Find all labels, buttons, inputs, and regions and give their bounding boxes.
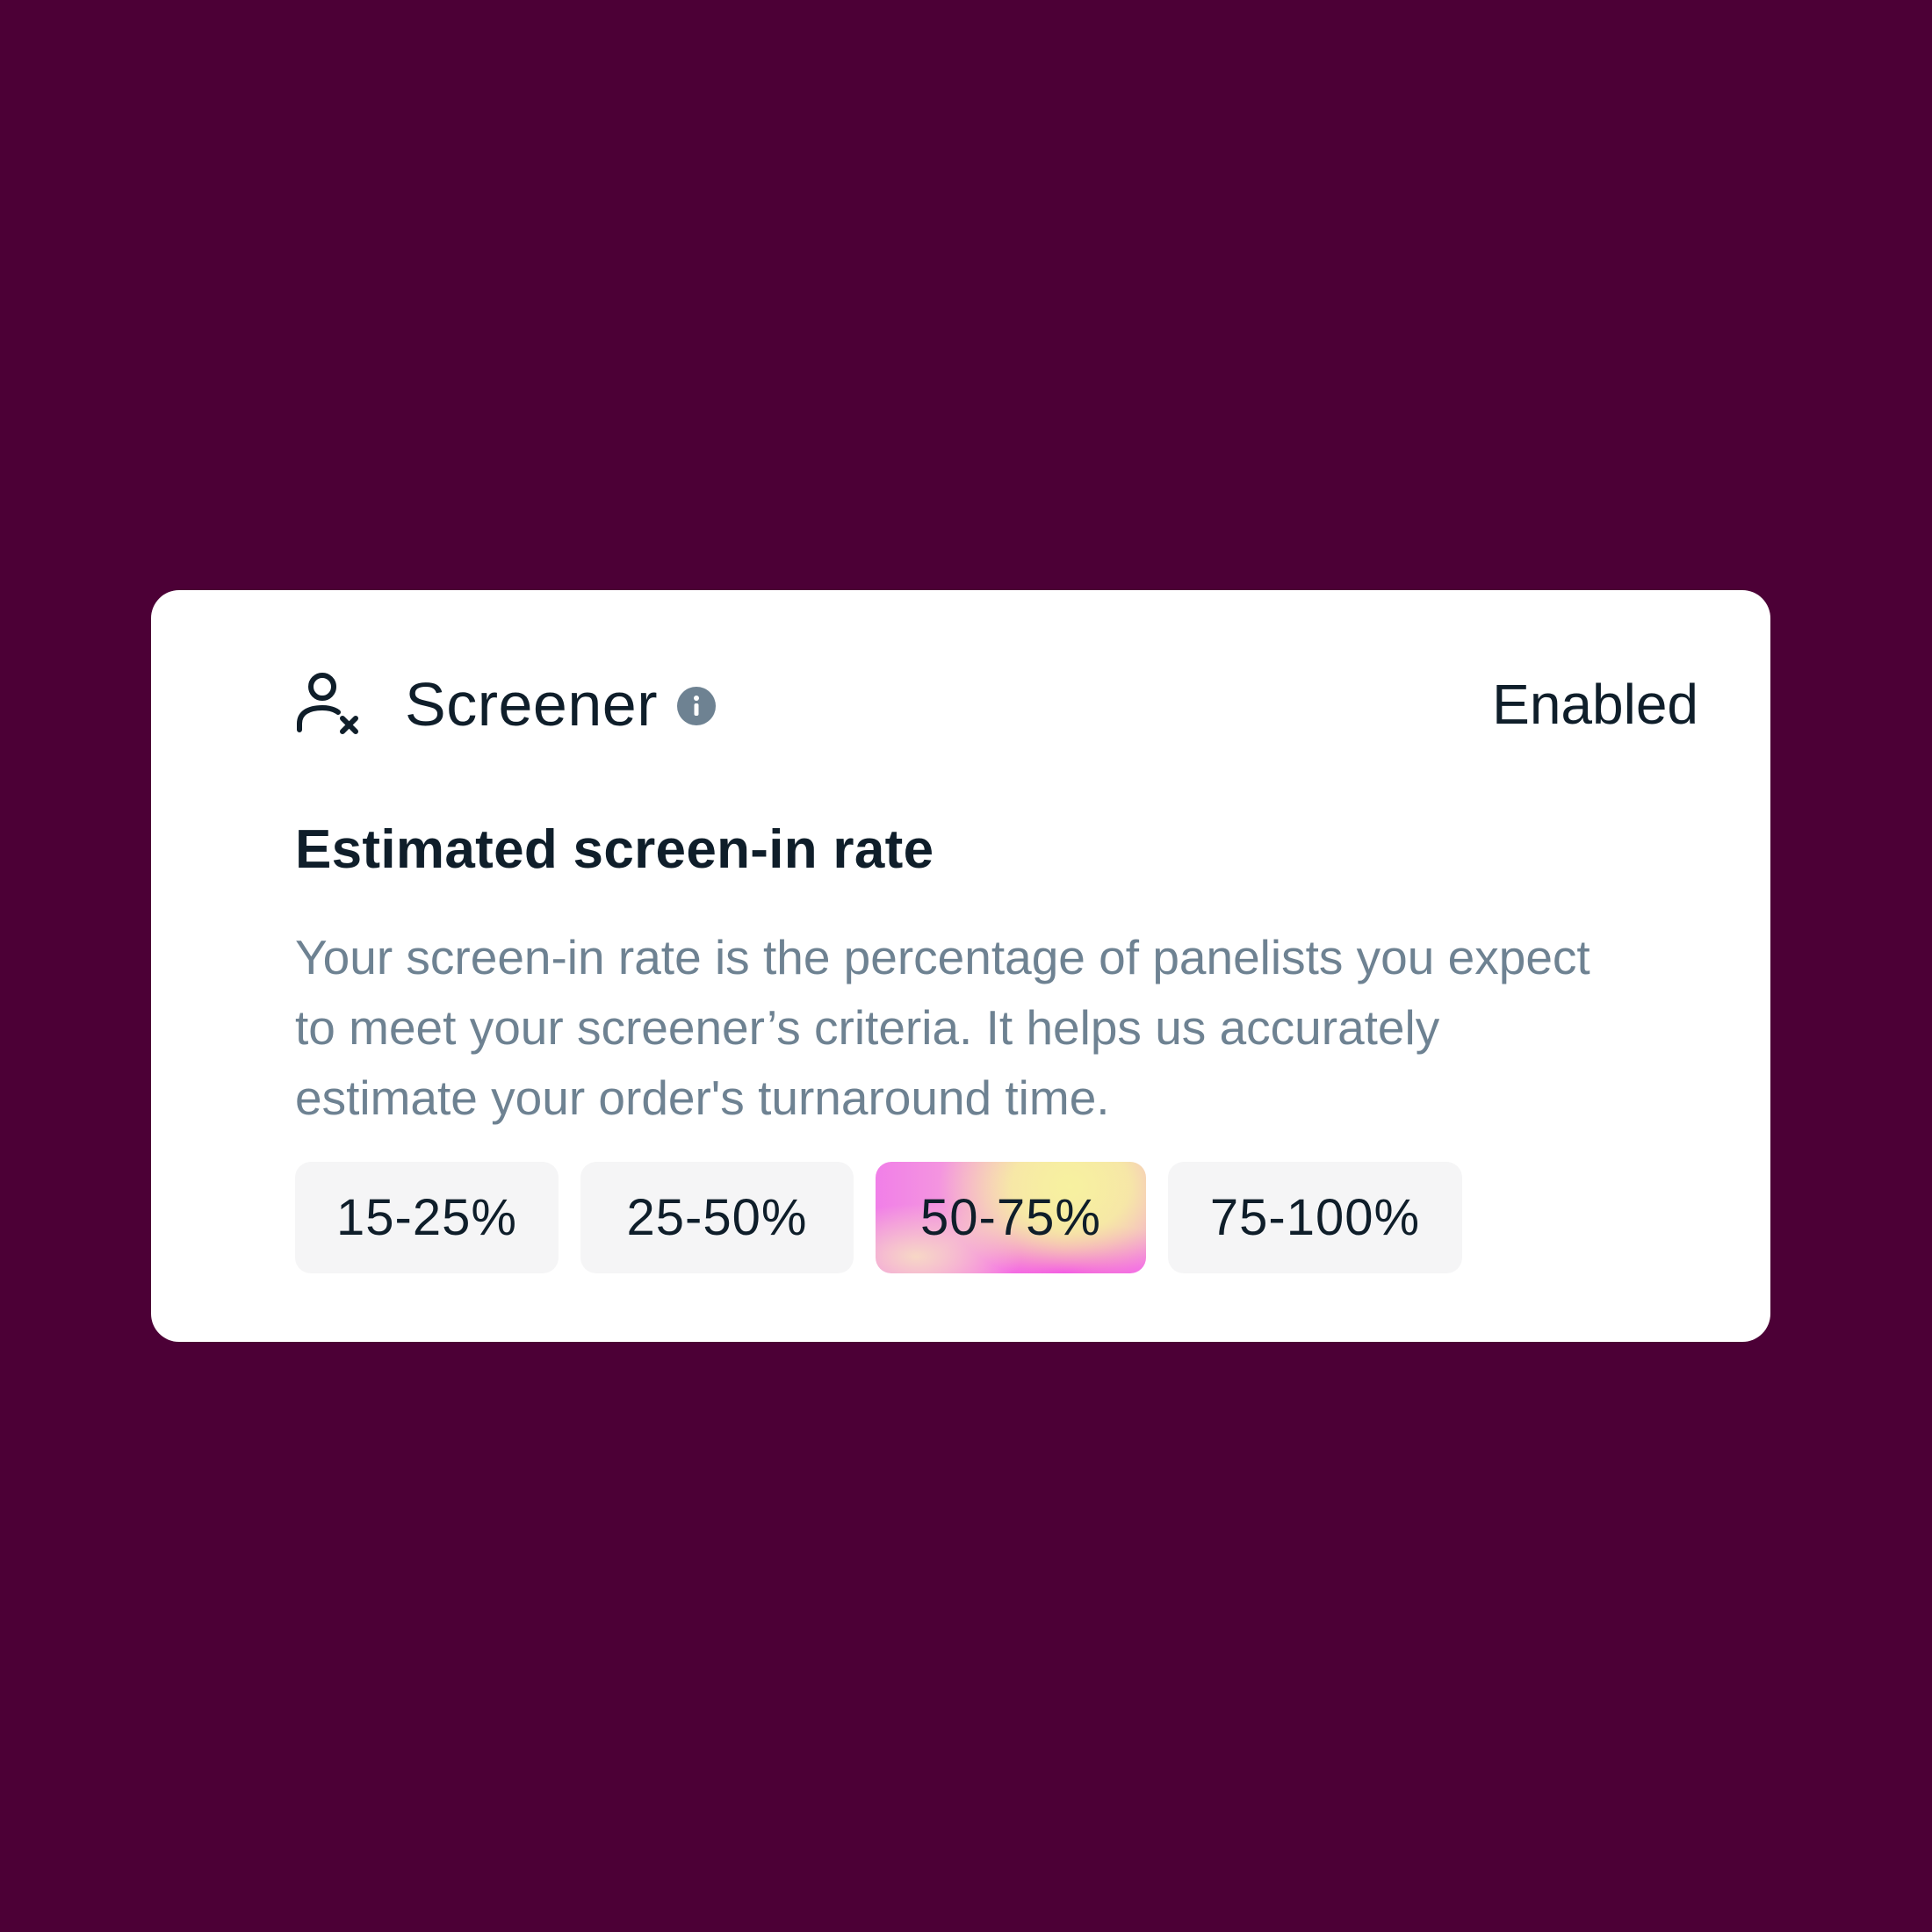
info-icon[interactable]	[677, 687, 717, 725]
option-75-100[interactable]: 75-100%	[1168, 1162, 1462, 1273]
card-header: Screener Enabled	[294, 667, 1698, 741]
section-heading: Estimated screen-in rate	[295, 819, 934, 880]
screen-in-rate-options: 15-25% 25-50% 50-75% 75-100%	[295, 1162, 1462, 1273]
status-label: Enabled	[1492, 673, 1698, 736]
option-25-50[interactable]: 25-50%	[580, 1162, 854, 1273]
user-x-icon	[294, 671, 361, 738]
card-title: Screener	[405, 670, 659, 739]
screener-card: Screener Enabled Estimated screen-in rat…	[151, 590, 1770, 1342]
section-description: Your screen-in rate is the percentage of…	[295, 930, 1590, 1125]
option-50-75[interactable]: 50-75%	[876, 1162, 1146, 1273]
option-15-25[interactable]: 15-25%	[295, 1162, 559, 1273]
